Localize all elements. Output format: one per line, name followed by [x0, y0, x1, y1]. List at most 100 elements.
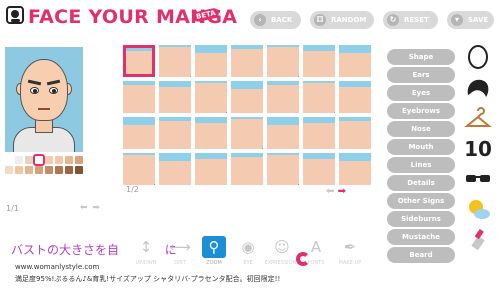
skin-swatch[interactable] [45, 156, 53, 164]
avatar-mouth [38, 107, 50, 110]
shape-option-cell[interactable] [159, 45, 191, 77]
skin-swatch[interactable] [65, 156, 73, 164]
skin-swatch[interactable] [45, 166, 53, 174]
shape-option-cell[interactable] [339, 117, 371, 149]
tool-label: DIST [174, 260, 186, 266]
shape-option-cell[interactable] [231, 117, 263, 149]
shape-option-cell[interactable] [123, 81, 155, 113]
reset-icon: ↻ [387, 14, 399, 26]
shape-option-cell[interactable] [159, 81, 191, 113]
avatar-eye-right [49, 87, 58, 94]
shape-option-cell[interactable] [195, 45, 227, 77]
shape-option-cell[interactable] [231, 45, 263, 77]
preview-pager: 1/1 [6, 204, 19, 213]
expressions-icon: ☺ [274, 238, 290, 256]
tool-label: EXPRESSIONS [264, 260, 300, 266]
category-mouth-button[interactable]: Mouth [387, 139, 455, 155]
shape-option-cell[interactable] [339, 45, 371, 77]
distance-icon: ⟷ [169, 238, 191, 256]
shape-option-cell[interactable] [123, 153, 155, 185]
skin-swatch[interactable] [15, 166, 23, 174]
face-shape-icon[interactable] [464, 45, 492, 69]
skin-swatch[interactable] [5, 156, 13, 164]
skin-swatch[interactable] [55, 166, 63, 174]
next-arrow-icon[interactable]: ➡ [92, 203, 101, 213]
category-eyebrows-button[interactable]: Eyebrows [387, 103, 455, 119]
skin-swatch[interactable] [15, 156, 23, 164]
reset-button[interactable]: ↻ RESET [383, 11, 438, 29]
avatar-head [20, 59, 68, 121]
skin-swatch[interactable] [65, 166, 73, 174]
skin-swatch[interactable] [35, 166, 43, 174]
skin-swatch[interactable] [33, 154, 45, 166]
shape-option-cell[interactable] [267, 45, 299, 77]
skin-swatch[interactable] [55, 156, 63, 164]
shape-option-cell[interactable] [195, 153, 227, 185]
shape-option-cell[interactable] [303, 81, 335, 113]
shape-option-cell[interactable] [339, 153, 371, 185]
tool-label: UP/DWN [135, 260, 157, 266]
grid-pager-arrows: ⬅ ➡ [326, 186, 346, 197]
shape-option-cell[interactable] [159, 153, 191, 185]
skin-swatch[interactable] [75, 156, 83, 164]
sun-cloud-icon[interactable] [464, 197, 492, 221]
hanger-icon[interactable] [464, 107, 492, 131]
make-up-tool-button[interactable]: ✒ MAKE-UP [336, 236, 364, 280]
category-other-signs-button[interactable]: Other Signs [387, 193, 455, 209]
random-button[interactable]: ⚅ RANDOM [310, 11, 374, 29]
eye-tool-button[interactable]: ◉ EYE [234, 236, 262, 280]
up/dwn-tool-button[interactable]: ↕ UP/DWN [132, 236, 160, 280]
shape-option-cell[interactable] [303, 117, 335, 149]
number-10-icon[interactable]: 10 [464, 137, 492, 161]
logo-icon [6, 6, 24, 24]
shape-option-cell[interactable] [231, 81, 263, 113]
random-label: RANDOM [331, 16, 367, 24]
grid-next-arrow-icon[interactable]: ➡ [338, 186, 346, 197]
category-ears-button[interactable]: Ears [387, 67, 455, 83]
category-details-button[interactable]: Details [387, 175, 455, 191]
shape-option-cell[interactable] [123, 117, 155, 149]
makeup-icon: ✒ [343, 238, 357, 256]
category-lines-button[interactable]: Lines [387, 157, 455, 173]
prev-arrow-icon[interactable]: ⬅ [80, 203, 89, 213]
shape-option-cell[interactable] [303, 153, 335, 185]
shape-option-cell[interactable] [195, 81, 227, 113]
tool-bar: ↕ UP/DWN ⟷ DIST ⚲ ZOOM ◉ EYE ☺ EXPRESSIONS A FONTS ✒… [132, 236, 364, 280]
shape-option-cell[interactable] [303, 45, 335, 77]
shape-option-cell[interactable] [267, 81, 299, 113]
tool-label: MAKE-UP [338, 260, 362, 266]
skin-swatch[interactable] [25, 166, 33, 174]
lipstick-icon[interactable] [464, 227, 492, 251]
shape-option-cell[interactable] [159, 117, 191, 149]
avatar-eye-left [30, 87, 39, 94]
save-button[interactable]: ▾ SAVE [447, 11, 494, 29]
skin-swatch[interactable] [5, 166, 13, 174]
skin-swatch[interactable] [25, 156, 33, 164]
shape-options-grid [123, 45, 371, 185]
zoom-tool-button[interactable]: ⚲ ZOOM [200, 236, 228, 280]
sunglasses-icon[interactable] [464, 167, 492, 191]
category-nose-button[interactable]: Nose [387, 121, 455, 137]
shape-option-cell[interactable] [267, 117, 299, 149]
shape-option-cell[interactable] [231, 153, 263, 185]
skin-swatch[interactable] [75, 166, 83, 174]
expressions-tool-button[interactable]: ☺ EXPRESSIONS [265, 236, 300, 280]
back-label: BACK [271, 16, 293, 24]
up-down-icon: ↕ [139, 238, 153, 256]
shape-option-cell[interactable] [195, 117, 227, 149]
dist-tool-button[interactable]: ⟷ DIST [166, 236, 194, 280]
shape-option-cell[interactable] [339, 81, 371, 113]
category-shape-button[interactable]: Shape [387, 49, 455, 65]
category-eyes-button[interactable]: Eyes [387, 85, 455, 101]
back-button[interactable]: ‹ BACK [250, 11, 301, 29]
tool-label: FONTS [307, 260, 325, 266]
avatar-preview [5, 47, 83, 152]
hair-icon[interactable] [464, 77, 492, 101]
dice-icon: ⚅ [314, 14, 326, 26]
category-sideburns-button[interactable]: Sideburns [387, 211, 455, 227]
category-beard-button[interactable]: Beard [387, 247, 455, 263]
shape-option-cell[interactable] [267, 153, 299, 185]
shape-option-cell[interactable] [123, 45, 155, 77]
grid-prev-arrow-icon[interactable]: ⬅ [326, 186, 334, 197]
category-mustache-button[interactable]: Mustache [387, 229, 455, 245]
